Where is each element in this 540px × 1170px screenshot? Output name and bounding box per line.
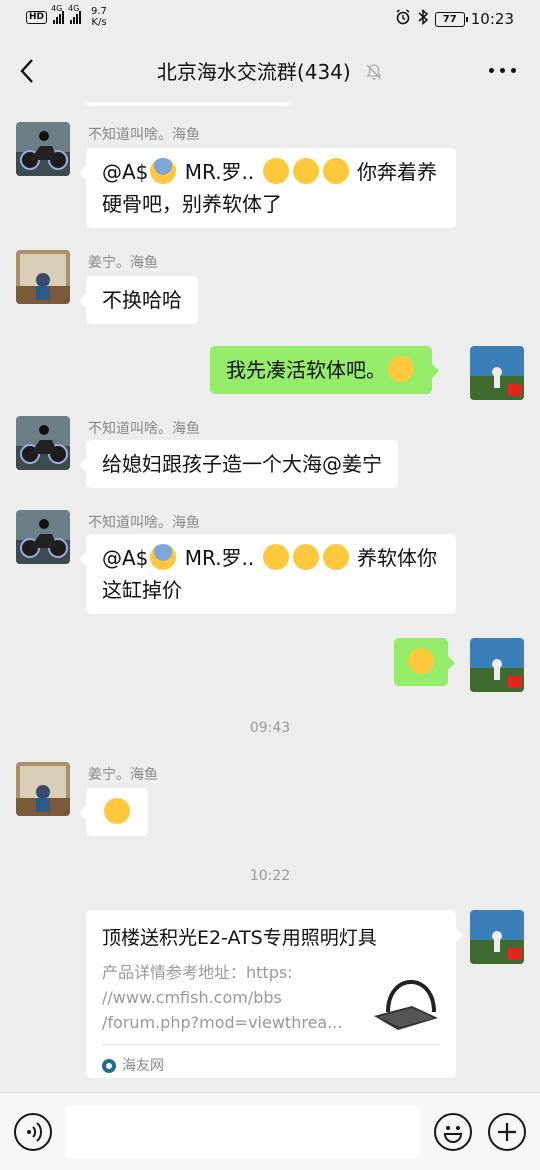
- avatar[interactable]: [16, 762, 70, 816]
- chat-title: 北京海水交流群(434): [0, 56, 540, 86]
- network-label: 4G: [51, 4, 63, 13]
- bell-off-icon: [365, 62, 383, 86]
- sender-name: 姜宁。海鱼: [88, 255, 158, 271]
- my-message-bubble[interactable]: [394, 638, 455, 686]
- plus-icon[interactable]: [488, 1113, 526, 1151]
- timestamp: 10:22: [249, 868, 291, 884]
- message-input[interactable]: [66, 1106, 420, 1158]
- my-avatar[interactable]: [470, 346, 524, 400]
- network-speed: 9.7 K/s: [91, 6, 107, 28]
- clock: 10:23: [470, 10, 514, 28]
- avatar[interactable]: [16, 510, 70, 564]
- card-desc-line: //www.cmfish.com/bbs: [102, 988, 282, 1007]
- kiss-emoji-icon: [292, 158, 319, 184]
- previous-bubble-edge: [86, 102, 290, 106]
- speed-unit: K/s: [91, 17, 107, 28]
- link-card[interactable]: 顶楼送积光E2-ATS专用照明灯具 产品详情参考地址：https: //www.…: [86, 910, 463, 1078]
- status-bar: HD 4G 4G 9.7 K/s 77 10:23: [0, 0, 540, 38]
- sender-name: 不知道叫啥。海鱼: [88, 421, 200, 437]
- nav-bar: 北京海水交流群(434): [0, 38, 540, 102]
- speed-value: 9.7: [91, 6, 107, 17]
- card-description: 产品详情参考地址：https: //www.cmfish.com/bbs /fo…: [102, 960, 352, 1035]
- timestamp: 09:43: [249, 720, 291, 736]
- message-list[interactable]: 不知道叫啥。海鱼 @A$ MR.罗.. 你奔着养硬骨吧，别养软体了 姜宁。海鱼 …: [0, 102, 540, 1092]
- message-text: MR.罗..: [178, 546, 261, 570]
- card-title: 顶楼送积光E2-ATS专用照明灯具: [102, 927, 377, 949]
- thinking-emoji-icon: [388, 356, 414, 382]
- crying-laughing-emoji-icon: [408, 648, 434, 674]
- card-desc-line: 产品详情参考地址：https:: [102, 963, 293, 982]
- grinning-emoji-icon: [104, 798, 130, 824]
- hd-badge: HD: [26, 10, 48, 24]
- sender-name: 不知道叫啥。海鱼: [88, 127, 200, 143]
- avatar[interactable]: [16, 250, 70, 304]
- input-bar: [0, 1092, 540, 1170]
- card-thumbnail: [368, 962, 442, 1034]
- avatar[interactable]: [16, 416, 70, 470]
- message-text: @A$: [102, 160, 149, 184]
- group-name: 北京海水交流群(434): [156, 60, 351, 84]
- signal-icon: 4G: [51, 4, 65, 24]
- message-text: 给媳妇跟孩子造一个大海@姜宁: [102, 452, 382, 476]
- bluetooth-icon: [417, 8, 429, 29]
- kiss-emoji-icon: [322, 158, 349, 184]
- source-logo-icon: [102, 1059, 116, 1073]
- message-bubble[interactable]: @A$ MR.罗.. 养软体你这缸掉价: [79, 534, 456, 614]
- status-left: HD 4G 4G 9.7 K/s: [26, 4, 107, 28]
- kiss-emoji-icon: [292, 544, 319, 570]
- card-desc-line: /forum.php?mod=viewthrea...: [102, 1013, 343, 1032]
- sender-name: 不知道叫啥。海鱼: [88, 515, 200, 531]
- message-bubble[interactable]: @A$ MR.罗.. 你奔着养硬骨吧，别养软体了: [79, 148, 456, 228]
- message-text: 我先凑活软体吧。: [226, 358, 386, 382]
- status-right: 77 10:23: [395, 8, 514, 29]
- my-message-bubble[interactable]: 我先凑活软体吧。: [210, 346, 439, 394]
- message-bubble[interactable]: 不换哈哈: [79, 276, 198, 324]
- more-dots-icon[interactable]: [489, 68, 516, 73]
- my-avatar[interactable]: [470, 638, 524, 692]
- emoji-icon[interactable]: [434, 1113, 472, 1151]
- message-bubble[interactable]: 给媳妇跟孩子造一个大海@姜宁: [79, 440, 398, 488]
- kiss-emoji-icon: [322, 544, 349, 570]
- wink-emoji-icon: [262, 544, 289, 570]
- my-avatar[interactable]: [470, 910, 524, 964]
- network-label: 4G: [68, 4, 80, 13]
- alarm-icon: [395, 9, 411, 29]
- sender-name: 姜宁。海鱼: [88, 767, 158, 783]
- message-bubble[interactable]: [79, 788, 148, 836]
- battery-icon: 77: [434, 11, 468, 27]
- fearful-emoji-icon: [150, 544, 177, 570]
- wink-emoji-icon: [262, 158, 289, 184]
- voice-icon[interactable]: [14, 1113, 52, 1151]
- avatar[interactable]: [16, 122, 70, 176]
- message-text: MR.罗..: [178, 160, 261, 184]
- message-text: 不换哈哈: [102, 288, 182, 312]
- fearful-emoji-icon: [150, 158, 177, 184]
- signal-icon: 4G: [68, 4, 82, 24]
- card-divider: [102, 1044, 440, 1045]
- source-name: 海友网: [122, 1058, 164, 1074]
- card-source: 海友网: [102, 1050, 164, 1082]
- message-text: @A$: [102, 546, 149, 570]
